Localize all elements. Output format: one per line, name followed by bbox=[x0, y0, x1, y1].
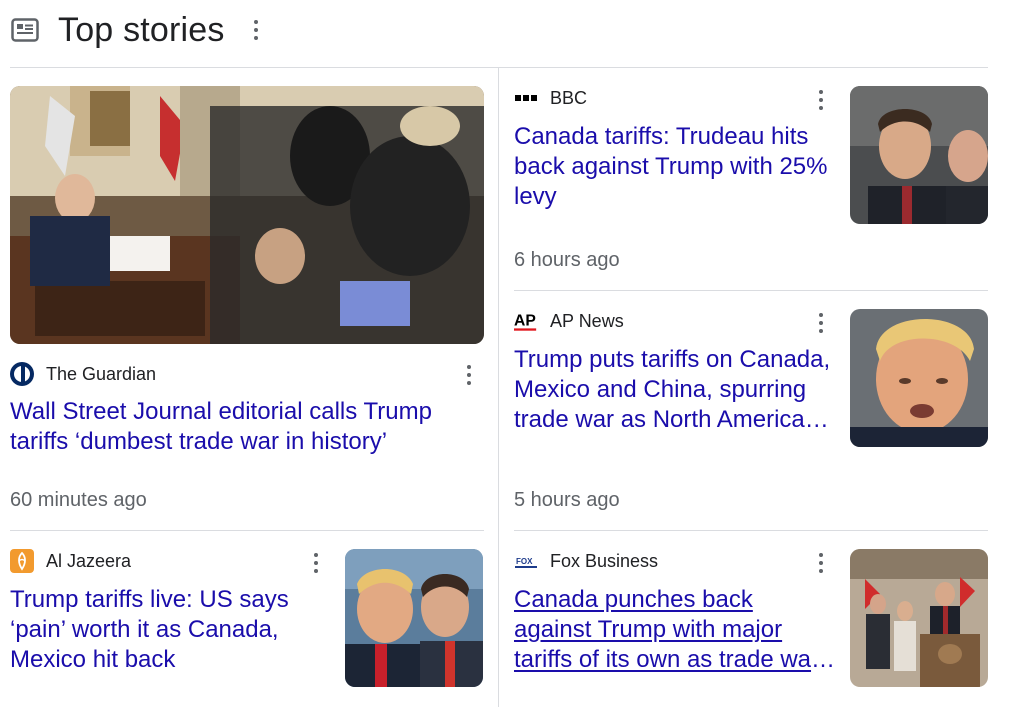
story-source-guardian: The Guardian bbox=[10, 362, 156, 386]
story-time: 6 hours ago bbox=[514, 249, 620, 271]
story-menu-icon[interactable] bbox=[810, 309, 832, 337]
story-source-aljazeera: Al Jazeera bbox=[10, 549, 131, 573]
newspaper-icon bbox=[10, 15, 40, 45]
source-name: Fox Business bbox=[550, 550, 659, 571]
story-image-guardian[interactable] bbox=[10, 86, 484, 344]
story-menu-icon[interactable] bbox=[810, 86, 832, 114]
story-divider bbox=[514, 530, 988, 531]
page-title: Top stories bbox=[58, 10, 225, 49]
story-image-ap[interactable] bbox=[850, 309, 988, 447]
source-name: BBC bbox=[550, 87, 588, 108]
column-divider bbox=[498, 68, 499, 707]
story-divider bbox=[514, 290, 988, 291]
story-source-foxbusiness: FOX Fox Business bbox=[514, 549, 658, 573]
story-menu-icon[interactable] bbox=[458, 361, 480, 389]
source-name: Al Jazeera bbox=[46, 550, 132, 571]
guardian-logo-icon bbox=[10, 362, 34, 386]
story-time: 5 hours ago bbox=[514, 489, 620, 511]
story-time: 60 minutes ago bbox=[10, 489, 147, 511]
story-image-aljazeera[interactable] bbox=[345, 549, 483, 687]
story-headline-aljazeera[interactable]: Trump tariffs live: US says ‘pain’ worth… bbox=[10, 585, 330, 675]
story-source-bbc: BBC bbox=[514, 86, 587, 110]
source-name: The Guardian bbox=[46, 363, 157, 384]
story-source-ap: AP AP News bbox=[514, 309, 624, 333]
more-options-icon[interactable] bbox=[245, 16, 267, 44]
story-headline-guardian[interactable]: Wall Street Journal editorial calls Trum… bbox=[10, 397, 480, 457]
svg-text:FOX: FOX bbox=[516, 557, 533, 566]
top-stories-header: Top stories bbox=[10, 10, 267, 50]
story-headline-bbc[interactable]: Canada tariffs: Trudeau hits back agains… bbox=[514, 122, 836, 212]
aljazeera-logo-icon bbox=[10, 549, 34, 573]
header-divider bbox=[10, 67, 988, 68]
story-menu-icon[interactable] bbox=[810, 549, 832, 577]
story-divider bbox=[10, 530, 484, 531]
story-menu-icon[interactable] bbox=[305, 549, 327, 577]
foxbusiness-logo-icon: FOX bbox=[514, 549, 538, 573]
bbc-logo-icon bbox=[514, 86, 538, 110]
story-headline-ap[interactable]: Trump puts tariffs on Canada, Mexico and… bbox=[514, 345, 836, 435]
story-image-bbc[interactable] bbox=[850, 86, 988, 224]
svg-text:AP: AP bbox=[514, 313, 536, 330]
story-headline-foxbusiness[interactable]: Canada punches back against Trump with m… bbox=[514, 585, 836, 675]
ap-logo-icon: AP bbox=[514, 309, 538, 333]
story-image-foxbusiness[interactable] bbox=[850, 549, 988, 687]
source-name: AP News bbox=[550, 310, 624, 331]
